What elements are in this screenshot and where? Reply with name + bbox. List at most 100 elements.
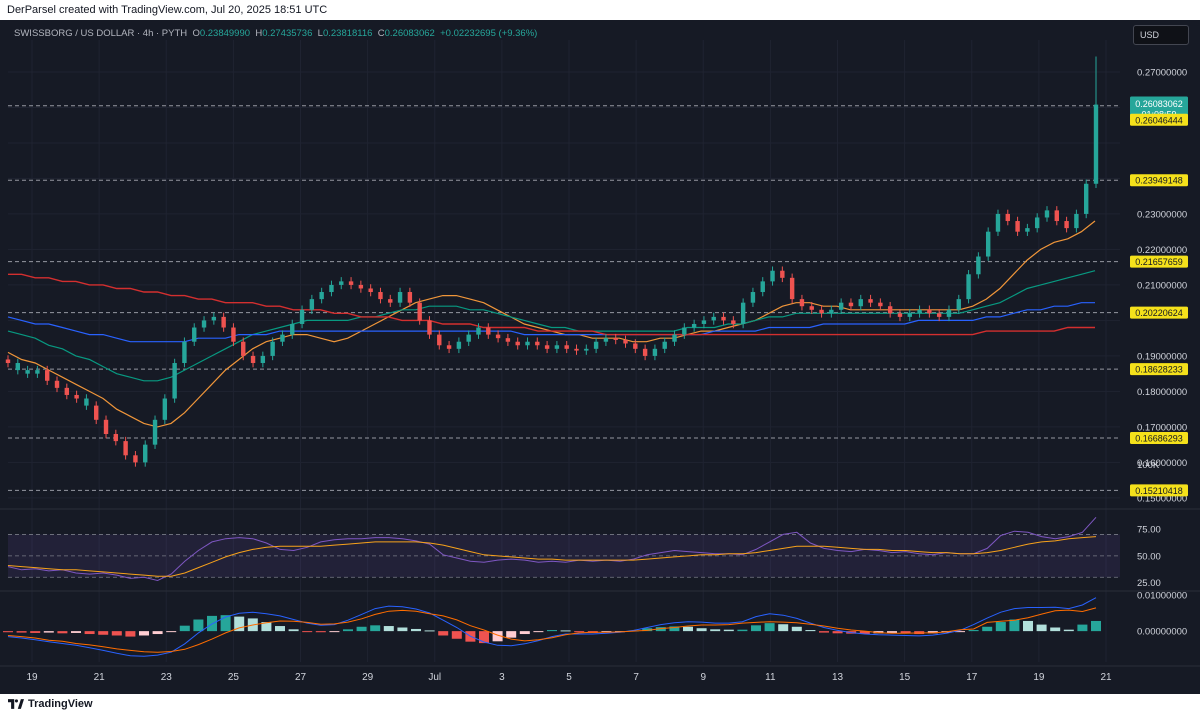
macd-histogram-bar [819, 631, 829, 633]
candle-body [907, 313, 912, 317]
macd-histogram-bar [479, 631, 489, 644]
macd-histogram-bar [179, 625, 190, 632]
macd-histogram-bar [343, 629, 353, 632]
candle-body [368, 288, 373, 293]
candle-body [1054, 210, 1059, 222]
macd-histogram-bar [723, 629, 734, 632]
macd-histogram-bar [383, 626, 394, 632]
candle-body [652, 348, 658, 356]
time-axis-tick-label: 15 [899, 672, 911, 683]
macd-histogram-bar [1009, 619, 1020, 632]
macd-histogram-bar [315, 631, 326, 633]
candle-body [280, 334, 285, 342]
candle-body [1064, 221, 1069, 229]
candle-body [966, 274, 971, 300]
candle-body [417, 302, 422, 321]
time-axis-tick-label: Jul [428, 672, 441, 683]
macd-histogram-bar [98, 631, 109, 635]
candle-body [897, 313, 903, 317]
attribution-bar: DerParsel created with TradingView.com, … [0, 0, 1200, 20]
candle-body [397, 292, 403, 303]
candle-body [848, 302, 854, 307]
candle-body [721, 316, 726, 321]
macd-histogram-bar [111, 631, 122, 636]
macd-histogram-bar [84, 631, 95, 635]
rsi-axis-tick-label: 25.00 [1137, 578, 1161, 589]
candle-body [682, 327, 687, 335]
candle-body [593, 341, 599, 349]
candle-body [544, 345, 550, 349]
time-axis-tick-label: 17 [966, 672, 978, 683]
macd-histogram-bar [193, 619, 204, 632]
macd-axis-tick-label: 0.00000000 [1137, 627, 1187, 638]
candle-body [299, 309, 305, 324]
macd-histogram-bar [16, 631, 27, 633]
candle-body [838, 302, 844, 310]
candle-body [946, 309, 952, 317]
candle-body [54, 380, 60, 388]
time-axis-tick-label: 25 [228, 672, 240, 683]
macd-histogram-bar [506, 631, 517, 638]
candle-body [789, 277, 795, 300]
symbol-legend: SWISSBORG / US DOLLAR · 4h · PYTH O0.238… [14, 28, 537, 39]
candle-body [152, 419, 158, 445]
macd-histogram-bar [791, 626, 802, 632]
currency-button[interactable]: USD [1133, 25, 1189, 45]
candle-body [476, 327, 481, 335]
rsi-axis-tick-label: 75.00 [1137, 525, 1161, 536]
high-value: 0.27435736 [262, 28, 313, 39]
macd-histogram-bar [560, 630, 571, 632]
candle-body [64, 387, 70, 395]
macd-histogram-bar [805, 630, 816, 632]
candle-body [25, 370, 30, 374]
candle-body [211, 316, 217, 321]
candle-body [358, 284, 364, 289]
macd-histogram-bar [1050, 627, 1061, 632]
time-axis-tick-label: 27 [295, 672, 307, 683]
candle-body [956, 299, 961, 310]
brand-name: TradingView [28, 698, 93, 710]
candle-body [662, 341, 667, 349]
candle-body [711, 316, 716, 321]
candle-body [446, 345, 452, 349]
candle-body [143, 444, 148, 463]
macd-histogram-bar [737, 629, 748, 632]
time-axis-tick-label: 19 [26, 672, 38, 683]
candle-body [162, 398, 168, 420]
candle-body [388, 299, 393, 303]
candle-body [201, 320, 207, 328]
candle-body [221, 316, 226, 328]
candle-body [750, 292, 756, 303]
candle-body [103, 419, 109, 435]
candle-body [466, 334, 471, 342]
macd-histogram-bar [1063, 629, 1074, 632]
candle-body [819, 309, 824, 314]
change-value: +0.02232695 (+9.36%) [440, 28, 538, 39]
candle-body [1005, 213, 1010, 222]
candle-body [799, 299, 805, 307]
candle-body [348, 281, 354, 285]
symbol-title[interactable]: SWISSBORG / US DOLLAR · 4h · PYTH [14, 28, 187, 39]
macd-histogram-bar [751, 625, 761, 632]
candle-body [231, 327, 236, 342]
candle-body [760, 281, 765, 293]
candle-body [1044, 210, 1050, 218]
macd-histogram-bar [547, 630, 557, 632]
candle-body [731, 320, 736, 324]
time-axis-tick-label: 5 [566, 672, 572, 683]
candle-body [809, 306, 814, 310]
candle-body [985, 231, 991, 257]
macd-histogram-bar [982, 626, 993, 632]
time-axis-tick-label: 21 [94, 672, 106, 683]
chart-canvas[interactable]: 0.280000000.270000000.230000000.22000000… [0, 20, 1200, 694]
candle-body [74, 394, 79, 399]
macd-histogram-bar [451, 631, 462, 639]
macd-histogram-bar [397, 627, 408, 632]
price-axis-tick-label: 0.23000000 [1137, 209, 1187, 220]
candle-body [1015, 221, 1020, 232]
candle-body [133, 455, 138, 463]
candle-body [829, 309, 834, 314]
open-value: 0.23849990 [199, 28, 251, 39]
macd-histogram-bar [1036, 624, 1047, 632]
chart-area[interactable]: 0.280000000.270000000.230000000.22000000… [0, 20, 1200, 694]
